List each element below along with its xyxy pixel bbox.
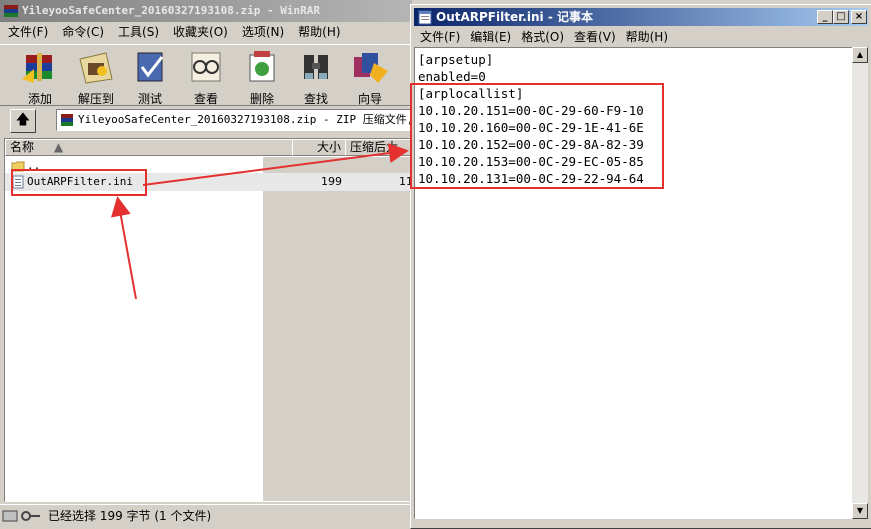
column-size[interactable]: 大小	[292, 139, 346, 156]
scroll-down-button[interactable]: ▼	[852, 503, 868, 519]
column-packed[interactable]: 压缩后大	[345, 139, 411, 156]
extract-to-button[interactable]: 解压到	[70, 49, 122, 106]
list-blank-area	[263, 157, 411, 501]
address-bar: 🡅 YileyooSafeCenter_20160327193108.zip -…	[0, 106, 418, 134]
status-bar: 已经选择 199 字节 (1 个文件)	[0, 504, 412, 527]
notepad-menubar: 文件(F) 编辑(E) 格式(O) 查看(V) 帮助(H)	[414, 27, 868, 47]
zip-archive-icon	[61, 114, 73, 126]
scroll-down-icon: ▼	[856, 506, 864, 515]
winrar-toolbar: 添加 解压到 测试 查看 删除 查找 向导	[0, 44, 412, 106]
np-menu-help[interactable]: 帮助(H)	[620, 27, 672, 47]
close-icon: ×	[854, 11, 864, 22]
vertical-scrollbar[interactable]: ▲ ▼	[852, 47, 868, 519]
text-line: [arpsetup]	[418, 52, 494, 67]
minimize-button[interactable]: _	[817, 10, 833, 24]
test-icon	[137, 52, 164, 82]
add-archive-icon	[22, 53, 52, 83]
menu-tools[interactable]: 工具(S)	[110, 22, 165, 43]
find-button[interactable]: 查找	[290, 49, 342, 106]
extract-to-icon	[79, 52, 113, 84]
column-name[interactable]: 名称 ▲	[5, 139, 293, 156]
text-line: enabled=0	[418, 69, 486, 84]
address-field[interactable]: YileyooSafeCenter_20160327193108.zip - Z…	[56, 109, 418, 131]
up-arrow-icon: 🡅	[15, 112, 31, 128]
menu-help[interactable]: 帮助(H)	[290, 22, 346, 43]
view-icon	[191, 52, 221, 82]
find-icon	[304, 55, 328, 79]
minimize-icon: _	[822, 11, 828, 22]
view-button[interactable]: 查看	[180, 49, 232, 106]
notepad-app-icon	[418, 10, 432, 25]
add-button[interactable]: 添加	[14, 49, 66, 106]
notepad-titlebar[interactable]: OutARPFilter.ini - 记事本 _ □ ×	[414, 8, 868, 26]
np-menu-file[interactable]: 文件(F)	[414, 27, 464, 47]
scroll-up-icon: ▲	[856, 50, 864, 59]
address-text: YileyooSafeCenter_20160327193108.zip - Z…	[78, 113, 418, 126]
maximize-icon: □	[836, 11, 846, 22]
wizard-button[interactable]: 向导	[344, 49, 396, 106]
annotation-box-arplist	[410, 83, 664, 189]
winrar-menubar: 文件(F) 命令(C) 工具(S) 收藏夹(O) 选项(N) 帮助(H)	[0, 22, 412, 43]
delete-icon	[249, 51, 275, 82]
wizard-icon	[354, 53, 388, 83]
sort-asc-icon: ▲	[53, 140, 64, 154]
np-menu-view[interactable]: 查看(V)	[568, 27, 620, 47]
close-button[interactable]: ×	[851, 10, 867, 24]
menu-commands[interactable]: 命令(C)	[54, 22, 110, 43]
np-menu-format[interactable]: 格式(O)	[515, 27, 568, 47]
winrar-window: YileyooSafeCenter_20160327193108.zip - W…	[0, 0, 418, 529]
winrar-app-icon	[4, 5, 18, 17]
delete-button[interactable]: 删除	[236, 49, 288, 106]
winrar-title: YileyooSafeCenter_20160327193108.zip - W…	[22, 4, 321, 17]
menu-file[interactable]: 文件(F)	[0, 22, 54, 43]
winrar-titlebar[interactable]: YileyooSafeCenter_20160327193108.zip - W…	[0, 0, 412, 22]
up-folder-button[interactable]: 🡅	[10, 109, 36, 133]
drive-key-icon	[2, 510, 40, 522]
menu-options[interactable]: 选项(N)	[234, 22, 290, 43]
scroll-up-button[interactable]: ▲	[852, 47, 868, 63]
np-menu-edit[interactable]: 编辑(E)	[464, 27, 515, 47]
annotation-box-file	[11, 169, 147, 196]
test-button[interactable]: 测试	[124, 49, 176, 106]
status-text: 已经选择 199 字节 (1 个文件)	[48, 509, 212, 523]
notepad-title: OutARPFilter.ini - 记事本	[436, 10, 593, 24]
maximize-button[interactable]: □	[833, 10, 849, 24]
file-list-header: 名称 ▲ 大小 压缩后大	[5, 139, 411, 156]
menu-favorites[interactable]: 收藏夹(O)	[165, 22, 234, 43]
